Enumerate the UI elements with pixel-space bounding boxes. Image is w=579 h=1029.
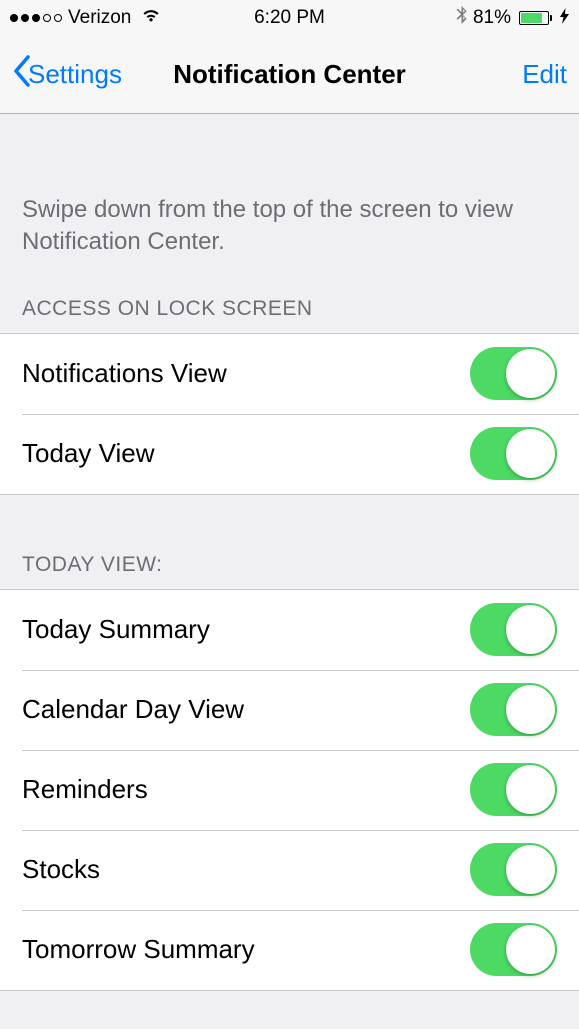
toggle-notifications-view[interactable] xyxy=(470,347,557,400)
battery-percentage: 81% xyxy=(473,7,511,29)
status-time: 6:20 PM xyxy=(254,7,325,29)
bluetooth-icon xyxy=(456,5,467,30)
wifi-icon xyxy=(141,7,161,29)
charging-icon xyxy=(560,8,569,27)
page-title: Notification Center xyxy=(173,59,406,90)
cell-label: Tomorrow Summary xyxy=(22,934,255,965)
toggle-reminders[interactable] xyxy=(470,763,557,816)
section-header-today: TODAY VIEW: xyxy=(0,495,579,589)
toggle-calendar-day-view[interactable] xyxy=(470,683,557,736)
nav-bar: Settings Notification Center Edit xyxy=(0,35,579,114)
cell-group-today: Today Summary Calendar Day View Reminder… xyxy=(0,589,579,991)
cell-notifications-view: Notifications View xyxy=(0,334,579,414)
edit-button[interactable]: Edit xyxy=(522,59,567,90)
toggle-today-view[interactable] xyxy=(470,427,557,480)
status-left: Verizon xyxy=(10,7,161,29)
cell-tomorrow-summary: Tomorrow Summary xyxy=(0,910,579,990)
status-bar: Verizon 6:20 PM 81% xyxy=(0,0,579,35)
section-description: Swipe down from the top of the screen to… xyxy=(0,114,579,287)
cell-calendar-day-view: Calendar Day View xyxy=(0,670,579,750)
battery-icon xyxy=(517,11,552,25)
back-label: Settings xyxy=(28,59,122,90)
cell-label: Today Summary xyxy=(22,614,210,645)
cell-label: Calendar Day View xyxy=(22,694,244,725)
cell-label: Reminders xyxy=(22,774,148,805)
cell-label: Stocks xyxy=(22,854,100,885)
carrier-label: Verizon xyxy=(68,7,131,29)
cell-label: Today View xyxy=(22,438,155,469)
section-header-lock: ACCESS ON LOCK SCREEN xyxy=(0,287,579,333)
back-button[interactable]: Settings xyxy=(12,54,122,94)
toggle-tomorrow-summary[interactable] xyxy=(470,923,557,976)
toggle-today-summary[interactable] xyxy=(470,603,557,656)
signal-strength-icon xyxy=(10,14,62,22)
cell-reminders: Reminders xyxy=(0,750,579,830)
cell-label: Notifications View xyxy=(22,358,227,389)
cell-group-lock: Notifications View Today View xyxy=(0,333,579,495)
cell-stocks: Stocks xyxy=(0,830,579,910)
cell-today-view: Today View xyxy=(0,414,579,494)
toggle-stocks[interactable] xyxy=(470,843,557,896)
status-right: 81% xyxy=(456,5,569,30)
cell-today-summary: Today Summary xyxy=(0,590,579,670)
